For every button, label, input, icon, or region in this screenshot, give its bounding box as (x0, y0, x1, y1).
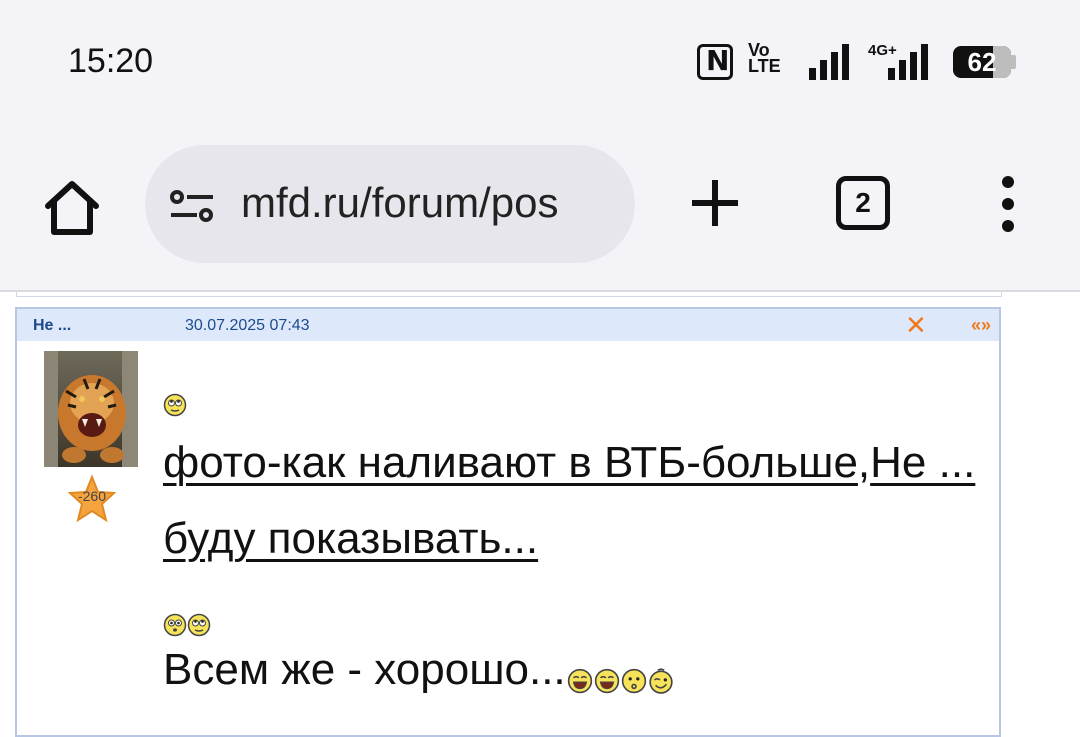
menu-dot (1002, 220, 1014, 232)
home-icon (45, 181, 99, 235)
status-bar: 15:20 N Vo LTE 4G+ 62 (0, 0, 1080, 120)
tab-count: 2 (855, 187, 871, 218)
page-content: Не ... 30.07.2025 07:43 ✕ «» -260 фото-к… (0, 292, 1080, 737)
signal-sim2-icon (888, 42, 928, 82)
quote-icon[interactable]: «» (971, 315, 991, 336)
rolling-eyes-smiley-icon (163, 393, 187, 417)
post-text: Всем же - хорошо... (163, 645, 674, 695)
battery-icon: 62 (953, 42, 1016, 82)
post-author[interactable]: Не ... (33, 317, 71, 335)
link-separator: , (857, 438, 871, 487)
nfc-icon: N (697, 42, 733, 82)
post-header: Не ... 30.07.2025 07:43 ✕ «» (17, 309, 999, 341)
shocked-smiley-icon (163, 613, 187, 637)
forum-post: Не ... 30.07.2025 07:43 ✕ «» -260 фото-к… (15, 307, 1001, 737)
volte-icon: Vo LTE (748, 40, 781, 76)
status-time: 15:20 (68, 42, 154, 80)
previous-post-edge (16, 292, 1002, 297)
tabs-button[interactable]: 2 (836, 176, 890, 230)
post-message: Всем же - хорошо... (163, 645, 566, 694)
home-button[interactable] (40, 176, 104, 240)
smiley-row (163, 613, 211, 637)
menu-dot (1002, 176, 1014, 188)
url-bar[interactable]: mfd.ru/forum/pos (145, 145, 635, 263)
laughing-smiley-icon (567, 668, 592, 694)
plus-icon (692, 180, 738, 226)
browser-toolbar: mfd.ru/forum/pos 2 (0, 120, 1080, 292)
battery-level: 62 (967, 46, 997, 77)
user-rating: -260 (67, 474, 117, 524)
whistling-smiley-icon (621, 668, 646, 694)
winking-smiley-icon (649, 668, 673, 694)
avatar[interactable] (44, 351, 138, 467)
photo-link[interactable]: фото-как наливают в ВТБ-больше (163, 438, 858, 487)
post-date[interactable]: 30.07.2025 07:43 (185, 317, 310, 335)
rating-value: -260 (77, 488, 107, 504)
menu-dot (1002, 198, 1014, 210)
delete-icon[interactable]: ✕ (905, 311, 927, 341)
rolling-eyes-smiley-icon (187, 613, 211, 637)
smiley-row (163, 393, 187, 417)
laughing-smiley-icon (594, 668, 619, 694)
url-text[interactable]: mfd.ru/forum/pos (241, 179, 611, 227)
post-link: фото-как наливают в ВТБ-больше,Не ... бу… (163, 425, 993, 577)
signal-sim1-icon (809, 42, 849, 82)
more-menu-button[interactable] (996, 176, 1020, 232)
site-settings-icon[interactable] (169, 189, 215, 223)
new-tab-button[interactable] (688, 176, 742, 230)
